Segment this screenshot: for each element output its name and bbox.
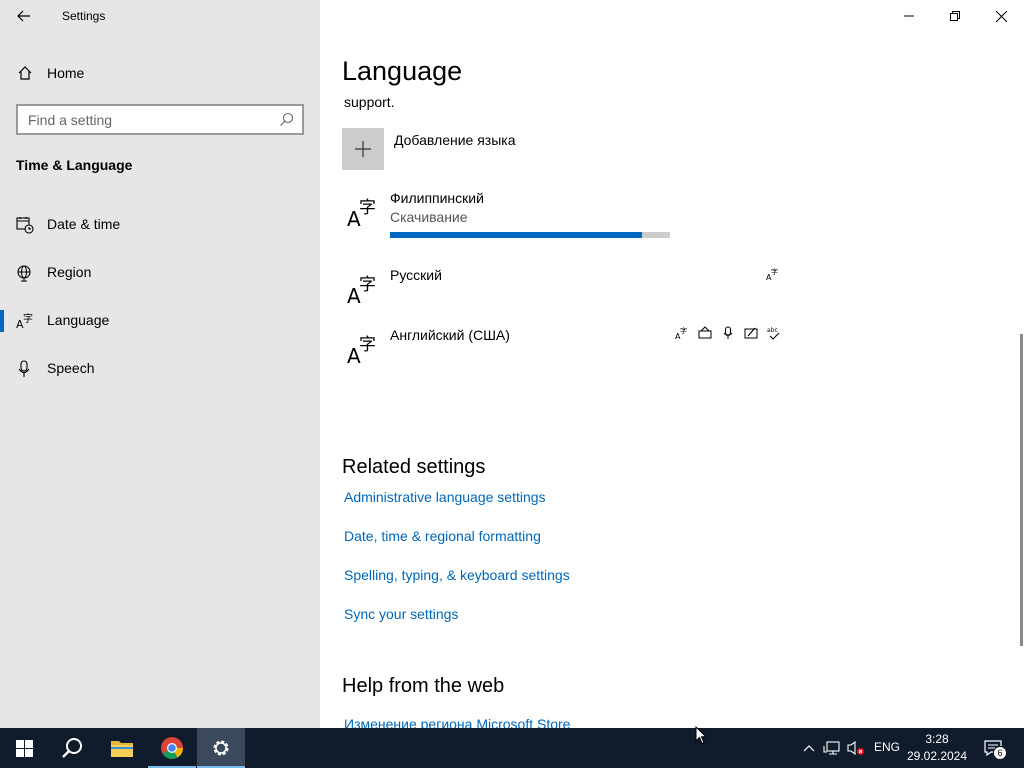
- text-to-speech-icon: [698, 326, 712, 339]
- section-title: Time & Language: [16, 157, 133, 173]
- folder-icon: [111, 741, 133, 757]
- plus-icon: [342, 128, 384, 170]
- network-icon: [823, 741, 840, 755]
- language-name: Английский (США): [390, 327, 510, 343]
- sidebar-item-region[interactable]: Region: [0, 252, 320, 292]
- volume-muted-icon: [847, 740, 864, 756]
- notification-count-badge: 6: [993, 746, 1007, 760]
- language-features-russian: A字: [766, 267, 780, 281]
- nav-home[interactable]: Home: [0, 56, 320, 90]
- settings-taskbar-button[interactable]: [197, 728, 245, 768]
- mouse-cursor-icon: [695, 726, 707, 745]
- page-title: Language: [342, 56, 463, 86]
- spellcheck-icon: abc: [767, 327, 780, 340]
- search-box: [16, 104, 304, 135]
- language-icon: A字: [347, 275, 376, 305]
- back-button[interactable]: [9, 3, 39, 29]
- sidebar-item-date-time[interactable]: Date & time: [0, 204, 320, 244]
- svg-text:字: 字: [359, 275, 376, 295]
- main-content: Language support. Добавление языка A字 Фи…: [320, 0, 1024, 728]
- link-administrative-language-settings[interactable]: Administrative language settings: [344, 489, 546, 505]
- language-name: Филиппинский: [390, 190, 484, 206]
- network-tray-button[interactable]: [823, 738, 841, 758]
- language-status: Скачивание: [390, 209, 468, 225]
- show-hidden-icons-button[interactable]: [802, 738, 816, 758]
- add-language-button[interactable]: Добавление языка: [342, 128, 782, 170]
- language-icon: A字: [16, 312, 33, 330]
- sidebar-item-label: Speech: [47, 360, 95, 376]
- start-button[interactable]: [0, 728, 48, 768]
- nav-home-label: Home: [47, 65, 85, 81]
- chevron-up-icon: [803, 745, 815, 752]
- sidebar-item-label: Language: [47, 312, 110, 328]
- svg-text:abc: abc: [767, 327, 778, 334]
- link-date-time-regional-formatting[interactable]: Date, time & regional formatting: [344, 528, 541, 544]
- related-settings-heading: Related settings: [342, 456, 486, 478]
- language-item-russian[interactable]: A字 Русский: [342, 267, 786, 317]
- clock-time: 3:28: [925, 732, 949, 746]
- link-sync-your-settings[interactable]: Sync your settings: [344, 606, 458, 622]
- sidebar-item-speech[interactable]: Speech: [0, 348, 320, 388]
- restore-icon: [950, 11, 960, 21]
- language-icon: A字: [347, 198, 376, 228]
- svg-text:字: 字: [680, 326, 687, 335]
- language-features-english: A字 abc: [675, 326, 781, 340]
- help-from-web-heading: Help from the web: [342, 675, 505, 697]
- minimize-button[interactable]: [886, 0, 932, 32]
- close-button[interactable]: [978, 0, 1024, 32]
- search-icon[interactable]: [279, 112, 294, 127]
- support-text: support.: [344, 94, 395, 110]
- input-language-indicator[interactable]: ENG: [874, 740, 900, 754]
- search-icon: [62, 738, 82, 758]
- file-explorer-button[interactable]: [98, 728, 146, 768]
- gear-icon: [213, 740, 229, 756]
- restore-button[interactable]: [932, 0, 978, 32]
- link-change-store-region[interactable]: Изменение региона Microsoft Store: [344, 716, 570, 728]
- home-icon: [18, 66, 32, 80]
- close-icon: [995, 10, 1007, 22]
- svg-text:字: 字: [359, 198, 376, 218]
- language-name: Русский: [390, 267, 442, 283]
- windows-logo-icon: [15, 739, 33, 757]
- sidebar-item-language[interactable]: A字 Language: [0, 300, 320, 340]
- svg-text:字: 字: [359, 335, 376, 355]
- handwriting-icon: [744, 327, 758, 339]
- search-button[interactable]: [48, 728, 96, 768]
- svg-text:字: 字: [771, 267, 778, 276]
- calendar-clock-icon: [16, 217, 34, 234]
- volume-tray-button[interactable]: [847, 738, 865, 758]
- display-language-icon: A字: [766, 267, 778, 281]
- microphone-icon: [18, 360, 30, 377]
- search-input[interactable]: [18, 111, 268, 128]
- language-item-filipino[interactable]: A字 Филиппинский Скачивание: [342, 190, 786, 240]
- globe-icon: [17, 265, 31, 282]
- add-language-label: Добавление языка: [394, 132, 516, 148]
- sidebar: Settings Home Time & Language Date & tim…: [0, 0, 320, 728]
- download-progress-fill: [390, 232, 642, 238]
- chrome-button[interactable]: [148, 728, 196, 768]
- link-spelling-typing-keyboard-settings[interactable]: Spelling, typing, & keyboard settings: [344, 567, 570, 583]
- speech-recognition-icon: [723, 326, 733, 339]
- back-arrow-icon: [17, 10, 30, 22]
- scrollbar-thumb[interactable]: [1020, 334, 1023, 646]
- app-title: Settings: [62, 9, 106, 23]
- download-progress-bar: [390, 232, 670, 238]
- svg-text:字: 字: [23, 312, 33, 325]
- taskbar: ENG 3:28 29.02.2024 6: [0, 728, 1024, 768]
- chrome-icon: [161, 737, 183, 759]
- display-language-icon: A字: [675, 326, 687, 340]
- minimize-icon: [904, 15, 914, 17]
- sidebar-item-label: Date & time: [47, 216, 121, 232]
- clock[interactable]: 3:28 29.02.2024: [904, 731, 970, 765]
- language-icon: A字: [347, 335, 376, 365]
- sidebar-item-label: Region: [47, 264, 92, 280]
- clock-date: 29.02.2024: [906, 749, 968, 763]
